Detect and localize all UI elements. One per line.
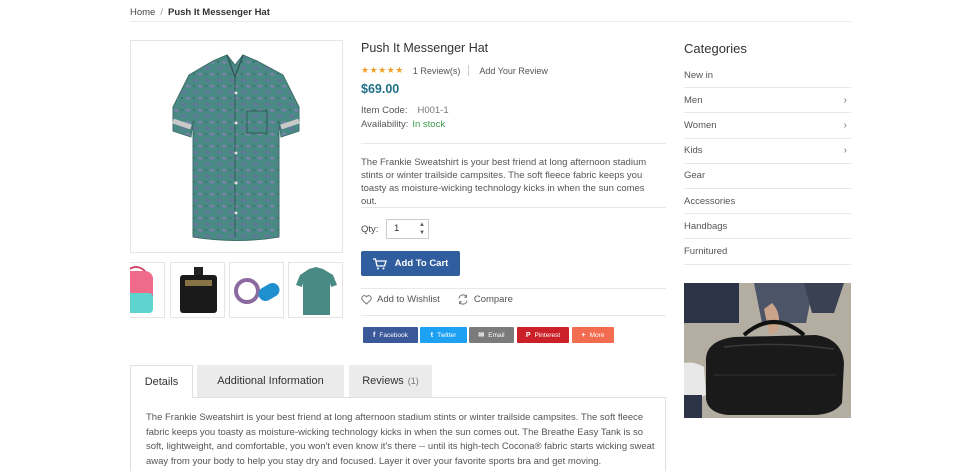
thumbnail-backpack[interactable] [130, 262, 165, 318]
rating-stars: ★★★★★ [361, 65, 404, 75]
rating-divider [468, 65, 470, 76]
tab-label: Reviews [362, 375, 404, 387]
category-label: Gear [684, 170, 706, 182]
category-item-men[interactable]: Men › [684, 88, 851, 114]
category-label: Kids [684, 145, 703, 157]
twitter-icon: t [430, 331, 434, 339]
product-actions: Add to Wishlist Compare [361, 294, 530, 305]
product-price: $69.00 [361, 82, 400, 96]
compare-link[interactable]: Compare [457, 294, 513, 305]
add-to-wishlist-link[interactable]: Add to Wishlist [361, 294, 440, 305]
main-product-image[interactable] [130, 40, 343, 253]
quantity-stepper[interactable]: 1 ▲ ▼ [386, 219, 429, 239]
cart-icon [372, 257, 387, 269]
category-label: Handbags [684, 220, 728, 232]
tab-label: Details [144, 376, 179, 388]
category-item-women[interactable]: Women › [684, 113, 851, 139]
add-to-cart-button[interactable]: Add To Cart [361, 251, 460, 276]
compare-icon [458, 294, 468, 305]
divider [361, 143, 666, 144]
share-label: Twitter [437, 331, 457, 339]
item-code-value: H001-1 [417, 105, 449, 116]
tab-reviews[interactable]: Reviews (1) [349, 365, 432, 397]
wishlist-label: Add to Wishlist [377, 294, 440, 305]
item-code-row: Item Code: H001-1 [361, 105, 449, 116]
category-item-furnitured[interactable]: Furnitured [684, 239, 851, 265]
category-label: Furnitured [684, 245, 728, 257]
breadcrumb-separator: / [160, 7, 163, 18]
breadcrumb-home-link[interactable]: Home [130, 7, 155, 18]
tab-details[interactable]: Details [130, 365, 193, 398]
categories-list: New in Men › Women › Kids › Gear Accessorie… [684, 63, 851, 265]
share-label: More [589, 331, 605, 339]
breadcrumb: Home / Push It Messenger Hat [130, 7, 270, 18]
short-description: The Frankie Sweatshirt is your best frie… [361, 157, 647, 207]
chevron-right-icon[interactable]: › [844, 145, 847, 156]
thumbnail-perfume[interactable] [170, 262, 225, 318]
availability-row: Availability: In stock [361, 119, 445, 130]
sidebar-banner-image[interactable] [684, 283, 851, 418]
category-item-new-in[interactable]: New in [684, 63, 851, 89]
add-to-cart-label: Add To Cart [394, 258, 449, 269]
add-review-link[interactable]: Add Your Review [479, 66, 548, 76]
share-facebook-button[interactable]: f Facebook [363, 327, 418, 343]
breadcrumb-current: Push It Messenger Hat [167, 7, 270, 18]
tab-additional-information[interactable]: Additional Information [197, 365, 344, 397]
share-label: Email [488, 331, 505, 339]
plus-icon: + [581, 331, 586, 339]
shirt-thumbnail-image [296, 267, 337, 315]
top-divider [130, 21, 851, 22]
category-item-kids[interactable]: Kids › [684, 139, 851, 164]
divider [361, 288, 666, 289]
share-label: Facebook [379, 331, 408, 339]
backpack-image [130, 266, 153, 313]
chevron-right-icon[interactable]: › [844, 95, 847, 106]
share-twitter-button[interactable]: t Twitter [420, 327, 467, 343]
thumbnail-strip [130, 262, 343, 318]
stepper-arrows-icon[interactable]: ▲ ▼ [419, 221, 425, 237]
share-label: Pinterest [534, 331, 561, 339]
category-label: New in [684, 69, 714, 81]
thumbnail-fitness-gear[interactable] [229, 262, 284, 318]
category-label: Men [684, 94, 703, 106]
category-item-handbags[interactable]: Handbags [684, 214, 851, 240]
shirt-image [172, 54, 300, 241]
reviews-count-badge: (1) [407, 376, 419, 386]
facebook-icon: f [373, 331, 376, 339]
pinterest-icon: P [525, 331, 531, 339]
duffel-bag-image [684, 283, 851, 418]
chevron-right-icon[interactable]: › [844, 120, 847, 131]
compare-label: Compare [473, 294, 513, 305]
heart-icon [361, 294, 372, 305]
divider [361, 315, 666, 316]
details-text: The Frankie Sweatshirt is your best frie… [146, 412, 655, 467]
availability-value: In stock [412, 119, 446, 130]
category-label: Accessories [684, 195, 736, 207]
product-title: Push It Messenger Hat [361, 41, 489, 55]
availability-label: Availability: [361, 119, 409, 130]
share-pinterest-button[interactable]: P Pinterest [517, 327, 569, 343]
email-icon: ✉ [478, 332, 485, 339]
divider [361, 207, 666, 208]
thumbnail-shirt[interactable] [288, 262, 343, 318]
fitness-gear-image [234, 278, 280, 304]
quantity-value: 1 [394, 223, 400, 234]
category-item-accessories[interactable]: Accessories [684, 189, 851, 215]
item-code-label: Item Code: [361, 105, 408, 116]
categories-title: Categories [684, 41, 747, 56]
perfume-image [180, 267, 217, 313]
rating-row: ★★★★★ 1 Review(s) Add Your Review [361, 65, 548, 76]
tab-label: Additional Information [217, 375, 324, 387]
category-label: Women [684, 119, 717, 131]
qty-label: Qty: [361, 224, 379, 235]
share-email-button[interactable]: ✉ Email [469, 327, 514, 343]
category-item-gear[interactable]: Gear [684, 164, 851, 189]
share-more-button[interactable]: + More [572, 327, 614, 343]
reviews-count-link[interactable]: 1 Review(s) [413, 66, 461, 76]
